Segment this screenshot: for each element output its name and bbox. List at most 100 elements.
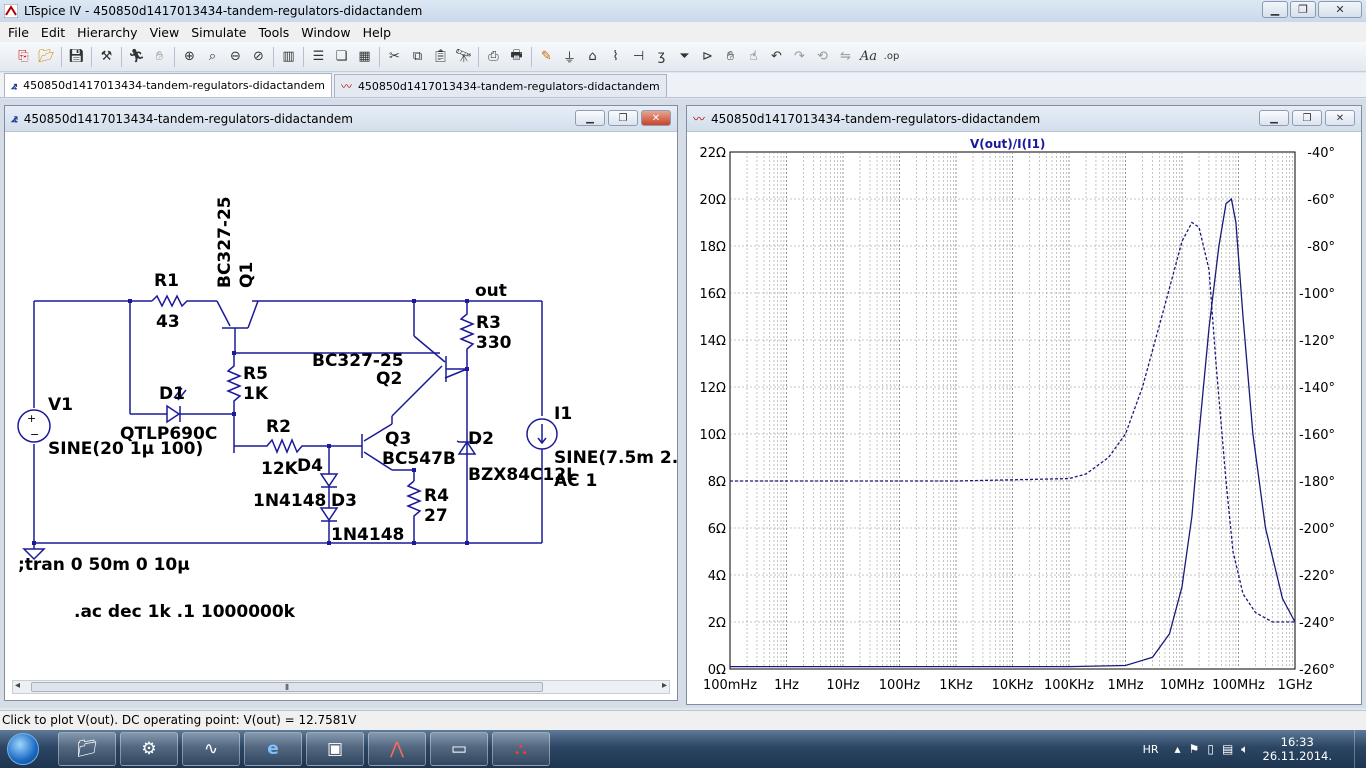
autorange-icon[interactable]: ▥	[277, 46, 300, 68]
menu-help[interactable]: Help	[357, 25, 398, 40]
redo-icon[interactable]: ↷	[788, 46, 811, 68]
show-hidden-icons-icon[interactable]: ▴	[1175, 742, 1181, 756]
undo-icon[interactable]: ↶	[765, 46, 788, 68]
d2-label: D2	[468, 429, 494, 449]
copy-icon[interactable]: ⧉	[406, 46, 429, 68]
tile-horizontal-icon[interactable]: ☰	[307, 46, 330, 68]
setup-taskbar-icon[interactable]: ⚙	[120, 732, 178, 766]
run-icon[interactable]: 🏃︎	[125, 46, 148, 68]
halt-icon[interactable]: ✋︎	[148, 46, 171, 68]
print-icon[interactable]: 🖶︎	[505, 46, 528, 68]
scroll-left-arrow[interactable]: ◂	[15, 680, 20, 691]
tab-schematic[interactable]: ⦨ 450850d1417013434-tandem-regulators-di…	[4, 73, 332, 97]
tile-vertical-icon[interactable]: ▦	[353, 46, 376, 68]
schematic-maximize-button[interactable]: ❐	[608, 110, 638, 126]
inductor-icon[interactable]: ʒ	[650, 46, 673, 68]
ac-directive[interactable]: .ac dec 1k .1 1000000k	[74, 602, 296, 622]
paste-icon[interactable]: 📋︎	[429, 46, 452, 68]
control-panel-icon[interactable]: ⚒	[95, 46, 118, 68]
menu-window[interactable]: Window	[295, 25, 356, 40]
save-icon[interactable]: 💾︎	[65, 46, 88, 68]
close-button[interactable]: ✕	[1318, 1, 1362, 18]
device-icon[interactable]: ▯	[1207, 742, 1214, 756]
x-tick-label: 1KHz	[939, 678, 973, 693]
pdf-taskbar-icon[interactable]: ⛬	[492, 732, 550, 766]
zoom-fit-icon[interactable]: ⊘	[247, 46, 270, 68]
clock[interactable]: 16:33 26.11.2014.	[1263, 735, 1333, 763]
r3-label: R3	[476, 313, 501, 333]
minimize-button[interactable]: ▁	[1262, 1, 1288, 18]
trace-label[interactable]: V(out)/I(I1)	[970, 137, 1045, 151]
x-tick-label: 1MHz	[1107, 678, 1143, 693]
ltspice-taskbar-icon[interactable]: ⋀	[368, 732, 426, 766]
control-panel-taskbar-icon[interactable]: ▣	[306, 732, 364, 766]
move-icon[interactable]: ✋︎	[719, 46, 742, 68]
new-schematic-icon[interactable]: ⎘	[12, 46, 35, 68]
waveform-close-button[interactable]: ✕	[1325, 110, 1355, 126]
menu-view[interactable]: View	[144, 25, 186, 40]
r5-label: R5	[243, 364, 268, 384]
d2-model-label: BZX84C12L	[468, 465, 577, 485]
tab-schematic-label: 450850d1417013434-tandem-regulators-dida…	[23, 79, 325, 92]
v1-plus-sign: +	[27, 412, 36, 425]
schematic-close-button[interactable]: ✕	[641, 110, 671, 126]
resistor-icon[interactable]: ⌇	[604, 46, 627, 68]
restore-button[interactable]: ❐	[1290, 1, 1316, 18]
open-icon[interactable]: 📂︎	[35, 46, 58, 68]
diode-icon[interactable]: ⏷	[673, 46, 696, 68]
bode-plot[interactable]: V(out)/I(I1) 0Ω 2Ω 4Ω 6Ω 8Ω 10Ω 12Ω 14Ω 16Ω 18Ω 20…	[688, 134, 1360, 702]
network-icon[interactable]: ▤	[1222, 742, 1233, 756]
clock-time: 16:33	[1280, 735, 1314, 749]
find-icon[interactable]: 🔭︎	[452, 46, 475, 68]
volume-icon[interactable]: 🔈︎	[1241, 742, 1248, 757]
x-tick-label: 10MHz	[1160, 678, 1205, 693]
d4-model-label: 1N4148	[253, 491, 326, 511]
menu-file[interactable]: File	[2, 25, 35, 40]
capacitor-icon[interactable]: ⊣	[627, 46, 650, 68]
label-net-icon[interactable]: ⌂	[581, 46, 604, 68]
schematic-minimize-button[interactable]: ▁	[575, 110, 605, 126]
spice-directive-icon[interactable]: .op	[880, 46, 903, 68]
menu-edit[interactable]: Edit	[35, 25, 71, 40]
tab-waveform[interactable]: 〰 450850d1417013434-tandem-regulators-di…	[333, 74, 667, 97]
rotate-icon[interactable]: ⟲	[811, 46, 834, 68]
r1-label: R1	[154, 271, 179, 291]
zoom-in-icon[interactable]: ⊕	[178, 46, 201, 68]
scope-taskbar-icon[interactable]: ∿	[182, 732, 240, 766]
tran-directive[interactable]: ;tran 0 50m 0 10µ	[18, 555, 190, 575]
y2-tick-label: -100°	[1299, 287, 1335, 302]
waveform-minimize-button[interactable]: ▁	[1259, 110, 1289, 126]
scroll-thumb[interactable]: ⦀	[31, 682, 543, 692]
system-tray: HR ▴ ⚑ ▯ ▤ 🔈︎ 16:33 26.11.2014.	[1143, 730, 1366, 768]
x-tick-label: 100KHz	[1044, 678, 1094, 693]
drag-icon[interactable]: ☝︎	[742, 46, 765, 68]
x-tick-label: 100MHz	[1212, 678, 1265, 693]
start-button[interactable]	[0, 731, 46, 767]
schematic-hscrollbar[interactable]: ◂ ⦀ ▸	[12, 680, 670, 694]
menu-simulate[interactable]: Simulate	[185, 25, 252, 40]
menu-tools[interactable]: Tools	[252, 25, 295, 40]
y2-tick-label: -240°	[1299, 616, 1335, 631]
ground-icon[interactable]: ⏚	[558, 46, 581, 68]
x-tick-label: 10Hz	[826, 678, 859, 693]
text-icon[interactable]: Aa	[857, 46, 880, 68]
waveform-maximize-button[interactable]: ❐	[1292, 110, 1322, 126]
ie-taskbar-icon[interactable]: e	[244, 732, 302, 766]
print-setup-icon[interactable]: ⎙	[482, 46, 505, 68]
notepad-taskbar-icon[interactable]: ▭	[430, 732, 488, 766]
scroll-right-arrow[interactable]: ▸	[662, 680, 667, 691]
action-center-icon[interactable]: ⚑	[1189, 742, 1200, 756]
draw-wire-icon[interactable]: ✎	[535, 46, 558, 68]
show-desktop-button[interactable]	[1354, 730, 1366, 768]
schematic-canvas[interactable]: + − BC327-25 Q1 R1 43 out R3 330 BC327-2…	[12, 136, 678, 681]
mirror-icon[interactable]: ⇋	[834, 46, 857, 68]
cut-icon[interactable]: ✂	[383, 46, 406, 68]
y2-tick-label: -140°	[1299, 381, 1335, 396]
component-icon[interactable]: ⊳	[696, 46, 719, 68]
cascade-icon[interactable]: ❏	[330, 46, 353, 68]
menu-hierarchy[interactable]: Hierarchy	[71, 25, 143, 40]
language-indicator[interactable]: HR	[1143, 743, 1159, 756]
zoom-pan-icon[interactable]: ⌕	[201, 46, 224, 68]
explorer-taskbar-icon[interactable]: 📁︎	[58, 732, 116, 766]
zoom-out-icon[interactable]: ⊖	[224, 46, 247, 68]
